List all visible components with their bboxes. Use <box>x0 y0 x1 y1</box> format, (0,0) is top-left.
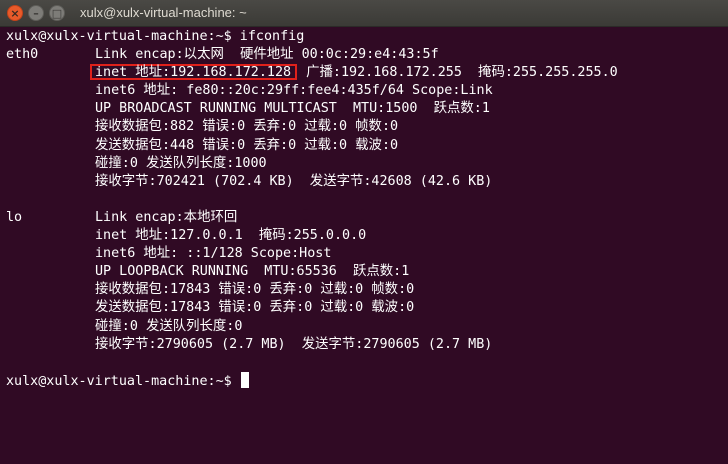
output-line: lo Link encap:本地环回 <box>6 209 728 227</box>
prompt: xulx@xulx-virtual-machine:~$ <box>6 373 240 389</box>
output-line: eth0 Link encap:以太网 硬件地址 00:0c:29:e4:43:5… <box>6 46 728 64</box>
output-line: 接收数据包:882 错误:0 丢弃:0 过载:0 帧数:0 <box>6 118 728 136</box>
prompt-command: xulx@xulx-virtual-machine:~$ ifconfig <box>6 29 305 44</box>
eth0-tx-packets: 发送数据包:448 错误:0 丢弃:0 过载:0 载波:0 <box>95 137 399 153</box>
terminal-output[interactable]: xulx@xulx-virtual-machine:~$ ifconfig et… <box>6 28 728 464</box>
maximize-button[interactable]: □ <box>49 5 65 21</box>
eth0-collisions: 碰撞:0 发送队列长度:1000 <box>95 155 267 171</box>
eth0-inet-address: inet 地址:192.168.172.128 <box>95 65 292 81</box>
output-line: 碰撞:0 发送队列长度:1000 <box>6 155 728 173</box>
minimize-button[interactable]: – <box>28 5 44 21</box>
eth0-rx-packets: 接收数据包:882 错误:0 丢弃:0 过载:0 帧数:0 <box>95 119 399 135</box>
eth0-flags: UP BROADCAST RUNNING MULTICAST MTU:1500 … <box>95 101 490 117</box>
output-line: 发送数据包:448 错误:0 丢弃:0 过载:0 载波:0 <box>6 137 728 155</box>
lo-collisions: 碰撞:0 发送队列长度:0 <box>95 318 243 334</box>
lo-inet-address: inet 地址:127.0.0.1 掩码:255.0.0.0 <box>95 228 367 244</box>
lo-bytes: 接收字节:2790605 (2.7 MB) 发送字节:2790605 (2.7 … <box>95 336 493 352</box>
highlight-box-inet-address: inet 地址:192.168.172.128 <box>90 64 298 81</box>
interface-name: lo <box>6 209 23 225</box>
eth0-link-encap: Link encap:以太网 硬件地址 00:0c:29:e4:43:5f <box>95 47 439 63</box>
output-line: inet6 地址: ::1/128 Scope:Host <box>6 245 728 263</box>
eth0-inet6: inet6 地址: fe80::20c:29ff:fee4:435f/64 Sc… <box>95 83 493 99</box>
lo-rx-packets: 接收数据包:17843 错误:0 丢弃:0 过载:0 帧数:0 <box>95 282 415 298</box>
lo-flags: UP LOOPBACK RUNNING MTU:65536 跃点数:1 <box>95 264 410 280</box>
output-line: UP LOOPBACK RUNNING MTU:65536 跃点数:1 <box>6 263 728 281</box>
output-line: inet 地址:127.0.0.1 掩码:255.0.0.0 <box>6 227 728 245</box>
output-line: 接收字节:2790605 (2.7 MB) 发送字节:2790605 (2.7 … <box>6 336 728 354</box>
output-line: 碰撞:0 发送队列长度:0 <box>6 318 728 336</box>
output-line: inet6 地址: fe80::20c:29ff:fee4:435f/64 Sc… <box>6 82 728 100</box>
lo-inet6: inet6 地址: ::1/128 Scope:Host <box>95 246 332 262</box>
lo-link-encap: Link encap:本地环回 <box>95 209 238 225</box>
window-title: xulx@xulx-virtual-machine: ~ <box>80 5 247 20</box>
command-line: xulx@xulx-virtual-machine:~$ ifconfig <box>6 28 728 46</box>
text-cursor <box>240 371 249 388</box>
output-line: UP BROADCAST RUNNING MULTICAST MTU:1500 … <box>6 100 728 118</box>
terminal-window: × – □ xulx@xulx-virtual-machine: ~ xulx@… <box>0 0 728 464</box>
eth0-broadcast-mask: 广播:192.168.172.255 掩码:255.255.255.0 <box>298 65 618 81</box>
close-button[interactable]: × <box>7 5 23 21</box>
command-line[interactable]: xulx@xulx-virtual-machine:~$ <box>6 371 728 390</box>
output-line: 发送数据包:17843 错误:0 丢弃:0 过载:0 载波:0 <box>6 299 728 317</box>
output-line: inet 地址:192.168.172.128 广播:192.168.172.2… <box>6 64 728 82</box>
output-line: 接收字节:702421 (702.4 KB) 发送字节:42608 (42.6 … <box>6 173 728 191</box>
eth0-bytes: 接收字节:702421 (702.4 KB) 发送字节:42608 (42.6 … <box>95 173 493 189</box>
output-line: 接收数据包:17843 错误:0 丢弃:0 过载:0 帧数:0 <box>6 281 728 299</box>
interface-name: eth0 <box>6 47 39 63</box>
lo-tx-packets: 发送数据包:17843 错误:0 丢弃:0 过载:0 载波:0 <box>95 300 415 316</box>
title-bar[interactable]: × – □ xulx@xulx-virtual-machine: ~ <box>0 0 728 27</box>
